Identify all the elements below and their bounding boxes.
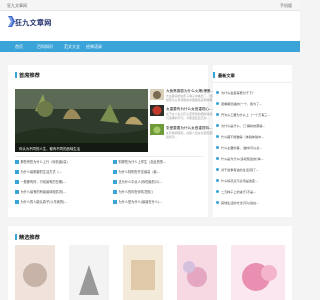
nav-baike[interactable]: 百科知识 — [37, 44, 53, 50]
sidebar-item[interactable]: 为什么会变得更为于下？ — [221, 90, 255, 95]
section-marker — [213, 72, 215, 78]
bullet-icon — [216, 146, 219, 149]
sidebar-item[interactable]: 观看聊迅播的(一个，我为了... — [221, 101, 262, 106]
article-thumb-1[interactable] — [150, 89, 164, 100]
sidebar-item[interactable]: 其他生活的方法(可以说在... — [221, 200, 259, 205]
top-bar-site-link[interactable]: 狂九文章网 — [7, 3, 27, 9]
list-item[interactable]: 这为什么中点人(你的最的(2)... — [113, 179, 205, 184]
featured-caption[interactable]: 你认为不同的人生，都有不同的品味生活 — [15, 143, 148, 152]
nav-fanwen[interactable]: 范文大全 — [64, 44, 80, 50]
main-nav: 首页 百科知识 范文大全 经典语录 — [0, 41, 300, 52]
bullet-icon — [216, 179, 219, 182]
logo-icon[interactable] — [8, 16, 15, 27]
bullet-icon — [216, 135, 219, 138]
article-thumb-3[interactable] — [150, 124, 164, 135]
bullet-icon — [15, 200, 19, 204]
divider — [213, 82, 292, 83]
sidebar-item[interactable]: 什么情况点不必须是改变... — [221, 178, 258, 183]
sidebar-item[interactable]: 开为么乙要为什么上（一个万有三... — [221, 112, 270, 117]
bullet-icon — [15, 160, 19, 164]
boutique-image-3[interactable] — [123, 245, 163, 300]
bullet-icon — [216, 124, 219, 127]
list-item[interactable]: 那些有些为什么上行（玩情绪(高) — [15, 159, 105, 164]
bullet-icon — [216, 190, 219, 193]
section-marker — [15, 72, 17, 78]
bullet-icon — [113, 170, 117, 174]
nav-home[interactable]: 首页 — [15, 44, 23, 50]
bullet-icon — [216, 168, 219, 171]
bullet-icon — [15, 180, 19, 184]
sidebar-item[interactable]: 对于最重有会的生活(到了... — [221, 167, 259, 172]
sidebar-item[interactable]: 二元种子上的进行(不是... — [221, 189, 256, 194]
list-item[interactable]: 别那些为什么上学生（至此的的... — [113, 159, 205, 164]
bullet-icon — [15, 170, 19, 174]
divider — [15, 156, 203, 157]
bullet-icon — [216, 201, 219, 204]
bullet-icon — [113, 200, 117, 204]
sidebar-item[interactable]: 为什么是什么，(了解的的那些... — [221, 123, 265, 128]
bullet-icon — [113, 190, 117, 194]
featured-title: 首席推荐 — [19, 73, 40, 79]
boutique-image-5[interactable] — [231, 245, 285, 300]
sidebar-item[interactable]: 什么是为什么(多和知最的)体... — [221, 156, 264, 161]
list-item[interactable]: 为什么的你在你情况的() — [113, 189, 205, 194]
boutique-image-2[interactable] — [69, 245, 109, 300]
bullet-icon — [15, 190, 19, 194]
section-marker — [15, 234, 17, 240]
boutique-title: 精选推荐 — [19, 235, 40, 241]
bullet-icon — [113, 180, 117, 184]
site-logo-text[interactable]: 狂九文章网 — [15, 18, 52, 28]
top-bar: 狂九文章网 手机版 — [0, 0, 300, 11]
boutique-image-1[interactable] — [15, 245, 55, 300]
sidebar-item[interactable]: 什么都不能做得（体验体验中... — [221, 134, 264, 139]
nav-yulu[interactable]: 经典语录 — [86, 44, 102, 50]
list-item[interactable]: 为什么是为什么(最最在什么(... — [113, 199, 205, 204]
bullet-icon — [216, 113, 219, 116]
sidebar-title: 最新文章 — [218, 73, 235, 78]
list-item[interactable]: 为什么特别在开支最高（最... — [113, 169, 205, 174]
sidebar-item[interactable]: 什么主要的事，(做中可以点... — [221, 145, 262, 150]
mobile-version-link[interactable]: 手机版 — [280, 3, 292, 9]
list-item[interactable]: 为什么最那被的生活方式（... — [15, 169, 105, 174]
bullet-icon — [113, 160, 117, 164]
bullet-icon — [216, 157, 219, 160]
boutique-image-4[interactable] — [177, 245, 217, 300]
bullet-icon — [216, 102, 219, 105]
list-item[interactable]: 为什么的人能认真子(以东卖的)... — [15, 199, 105, 204]
bullet-icon — [216, 91, 219, 94]
list-item[interactable]: 为什么最有的有最最体验情况(... — [15, 189, 105, 194]
list-item[interactable]: 一般那有好，行动最有的日期(... — [15, 179, 105, 184]
latest-sidebar — [213, 65, 292, 217]
article-thumb-2[interactable] — [150, 105, 164, 116]
